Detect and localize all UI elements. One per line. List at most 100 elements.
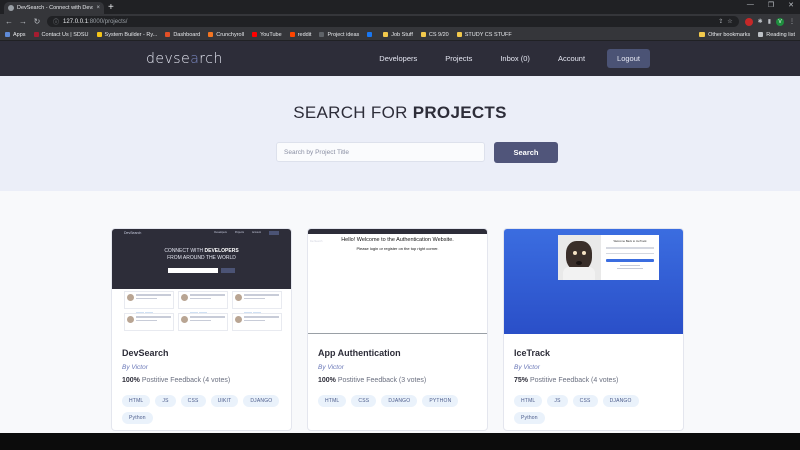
bookmark-favicon-icon <box>383 32 389 37</box>
bookmark-label: STUDY CS STUFF <box>464 31 512 38</box>
project-author[interactable]: By Victor <box>514 364 673 371</box>
project-feedback: 100% Postitive Feedback (4 votes) <box>122 377 281 384</box>
bookmark-item[interactable]: CS 9/20 <box>420 32 449 38</box>
project-title[interactable]: IceTrack <box>514 348 673 358</box>
thumb-dog-image <box>558 235 601 280</box>
title-light: SEARCH FOR <box>293 103 413 122</box>
bookmark-item[interactable]: System Builder - Ry... <box>96 32 157 38</box>
project-thumbnail[interactable]: DevSearch Hello! Welcome to the Authenti… <box>308 229 487 334</box>
bookmark-label: reddit <box>297 31 312 38</box>
logout-button[interactable]: Logout <box>607 49 650 68</box>
address-bar[interactable]: ⓘ 127.0.0.1:8000/projects/ ⇪ ☆ <box>47 16 739 27</box>
bookmark-item[interactable]: Contact Us | SDSU <box>33 32 89 38</box>
project-title[interactable]: App Authentication <box>318 348 477 358</box>
nav-inbox[interactable]: Inbox (0) <box>500 54 530 63</box>
project-list: DevSearch Developers Projects Account CO… <box>111 228 684 431</box>
bookmark-item[interactable]: Apps <box>5 32 26 38</box>
site-logo[interactable]: devsearch <box>146 51 223 67</box>
browser-tab[interactable]: DevSearch - Connect with Devs × <box>4 2 104 14</box>
url-host: 127.0.0.1 <box>63 18 89 25</box>
tag-chip[interactable]: Python <box>122 412 153 424</box>
thumb-heading-bold: DEVELOPERS <box>204 248 239 254</box>
nav-developers[interactable]: Developers <box>379 54 417 63</box>
window-controls: — ❐ ✕ <box>747 1 794 9</box>
bookmark-label: Project ideas <box>327 31 360 38</box>
forward-icon[interactable]: → <box>19 17 27 26</box>
tag-list: HTML JS CSS UIKIT DJANGO Python <box>122 395 281 424</box>
project-author[interactable]: By Victor <box>122 364 281 371</box>
reading-mode-icon[interactable]: ▮ <box>768 18 771 25</box>
maximize-icon[interactable]: ❐ <box>768 1 774 9</box>
thumb-dev-card <box>232 291 282 314</box>
tag-chip[interactable]: CSS <box>180 395 206 407</box>
tag-chip[interactable]: CSS <box>351 395 377 407</box>
thumb-nav-link: Account <box>251 231 261 234</box>
tag-chip[interactable]: PYTHON <box>422 395 459 407</box>
tag-chip[interactable]: JS <box>547 395 568 407</box>
tag-list: HTML JS CSS DJANGO Python <box>514 395 673 424</box>
reload-icon[interactable]: ↻ <box>33 17 41 26</box>
search-button[interactable]: Search <box>494 142 558 163</box>
bookmark-item[interactable]: Project ideas <box>319 32 359 38</box>
project-card[interactable]: DevSearch Developers Projects Account CO… <box>111 228 292 431</box>
tag-chip[interactable]: CSS <box>572 395 598 407</box>
bookmark-star-icon[interactable]: ☆ <box>727 18 732 25</box>
thumb-heading-light: CONNECT WITH <box>164 248 204 254</box>
project-title[interactable]: DevSearch <box>122 348 281 358</box>
bookmark-favicon-icon <box>319 32 325 37</box>
share-icon[interactable]: ⇪ <box>718 18 723 25</box>
logo-text-prefix: devse <box>146 50 191 67</box>
project-thumbnail[interactable]: Welcome Back to IceTrack <box>504 229 683 334</box>
new-tab-button[interactable]: + <box>108 2 114 14</box>
nav-projects[interactable]: Projects <box>445 54 472 63</box>
bookmark-item[interactable]: reddit <box>289 31 312 38</box>
tag-chip[interactable]: DJANGO <box>381 395 418 407</box>
bookmark-favicon-icon <box>5 32 10 37</box>
search-hero: SEARCH FOR PROJECTS Search by Project Ti… <box>0 76 800 191</box>
menu-kebab-icon[interactable]: ⋮ <box>789 18 795 25</box>
bookmark-item[interactable]: Crunchyroll <box>208 32 244 38</box>
project-feedback: 75% Postitive Feedback (4 votes) <box>514 377 673 384</box>
tag-chip[interactable]: DJANGO <box>243 395 280 407</box>
bookmark-item[interactable]: Job Stuff <box>383 32 413 38</box>
profile-avatar[interactable]: V <box>776 17 784 26</box>
puzzle-icon[interactable]: ✱ <box>758 18 763 25</box>
project-card[interactable]: Welcome Back to IceTrack IceTrack By Vic… <box>503 228 684 431</box>
bookmark-item[interactable] <box>367 32 375 37</box>
bookmark-label: Job Stuff <box>391 31 413 38</box>
thumb-dev-card <box>232 313 282 331</box>
feedback-text: Postitive Feedback (4 votes) <box>139 377 231 384</box>
bookmark-item[interactable]: Dashboard <box>165 32 200 38</box>
close-window-icon[interactable]: ✕ <box>788 1 794 9</box>
reading-list[interactable]: Reading list <box>758 32 795 38</box>
tag-chip[interactable]: UIKIT <box>210 395 239 407</box>
thumb-dev-card <box>178 291 228 314</box>
bookmark-favicon-icon <box>96 32 102 37</box>
bookmark-favicon-icon <box>252 32 258 37</box>
project-thumbnail[interactable]: DevSearch Developers Projects Account CO… <box>112 229 291 334</box>
other-bookmarks[interactable]: Other bookmarks <box>699 32 750 38</box>
feedback-percent: 100% <box>318 377 336 384</box>
extension-icon[interactable] <box>744 17 753 26</box>
tab-close-icon[interactable]: × <box>96 5 100 11</box>
bookmark-label: Apps <box>13 31 26 38</box>
project-author[interactable]: By Victor <box>318 364 477 371</box>
bookmark-item[interactable]: STUDY CS STUFF <box>456 31 512 38</box>
minimize-icon[interactable]: — <box>747 1 754 9</box>
thumb-form-title: Welcome Back to IceTrack <box>613 239 647 243</box>
tag-chip[interactable]: JS <box>155 395 176 407</box>
project-card[interactable]: DevSearch Hello! Welcome to the Authenti… <box>307 228 488 431</box>
tag-chip[interactable]: HTML <box>514 395 543 407</box>
tag-chip[interactable]: HTML <box>122 395 151 407</box>
search-input[interactable]: Search by Project Title <box>276 142 485 162</box>
nav-account[interactable]: Account <box>558 54 585 63</box>
back-icon[interactable]: ← <box>5 17 13 26</box>
bookmark-favicon-icon <box>289 32 295 37</box>
title-bold: PROJECTS <box>412 103 507 122</box>
site-info-icon[interactable]: ⓘ <box>53 17 59 26</box>
tag-chip[interactable]: DJANGO <box>602 395 639 407</box>
tag-chip[interactable]: Python <box>514 412 545 424</box>
url-path: :8000/projects/ <box>88 18 128 25</box>
bookmark-item[interactable]: YouTube <box>252 32 282 38</box>
tag-chip[interactable]: HTML <box>318 395 347 407</box>
